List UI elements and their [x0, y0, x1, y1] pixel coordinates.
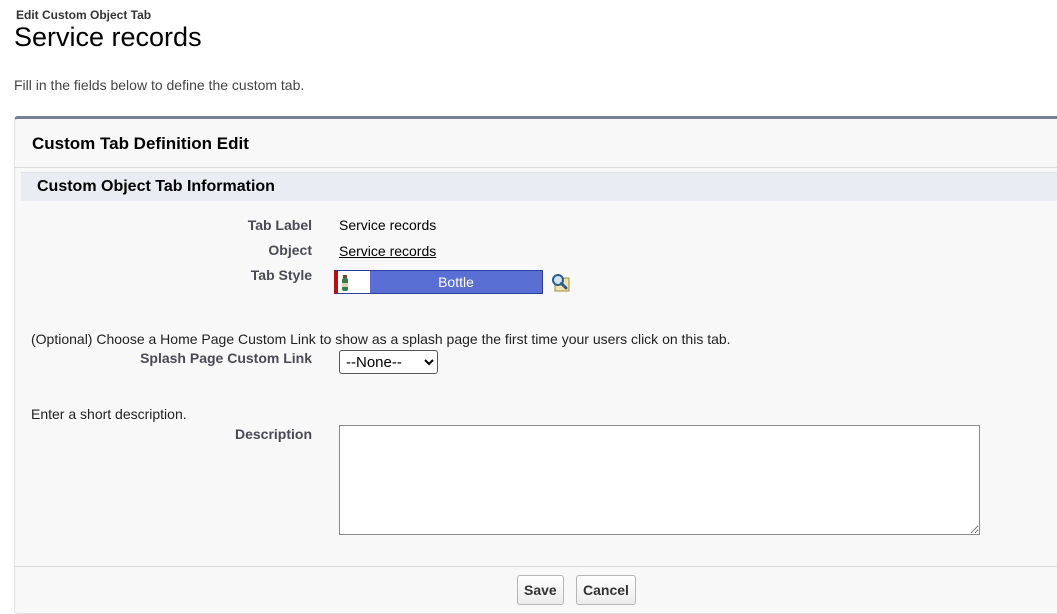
splash-page-select[interactable]: --None-- — [339, 350, 438, 374]
edit-panel: Custom Tab Definition Edit Custom Object… — [14, 116, 1057, 614]
tab-label-label: Tab Label — [247, 217, 312, 233]
splash-help-text: (Optional) Choose a Home Page Custom Lin… — [31, 331, 731, 347]
cancel-button[interactable]: Cancel — [576, 575, 636, 605]
bottle-icon — [338, 271, 370, 293]
panel-divider — [15, 167, 1057, 168]
description-textarea[interactable] — [339, 425, 980, 535]
splash-label: Splash Page Custom Link — [140, 350, 312, 366]
description-label: Description — [234, 426, 312, 442]
object-link[interactable]: Service records — [339, 243, 436, 259]
intro-text: Fill in the fields below to define the c… — [14, 77, 305, 93]
tab-label-value: Service records — [339, 217, 437, 233]
description-help-text: Enter a short description. — [31, 406, 187, 422]
tab-style-name: Bottle — [438, 274, 474, 290]
section-header: Custom Object Tab Information — [21, 172, 1057, 201]
lookup-icon[interactable] — [550, 272, 572, 294]
section-title: Custom Object Tab Information — [37, 178, 275, 195]
footer-divider — [15, 566, 1057, 567]
page-title: Service records — [14, 22, 202, 52]
panel-title: Custom Tab Definition Edit — [32, 134, 249, 153]
save-button[interactable]: Save — [517, 575, 564, 605]
object-label: Object — [268, 242, 312, 258]
tab-style-selector[interactable]: Bottle — [334, 270, 543, 294]
breadcrumb: Edit Custom Object Tab — [16, 8, 152, 22]
tab-style-label: Tab Style — [250, 267, 312, 283]
